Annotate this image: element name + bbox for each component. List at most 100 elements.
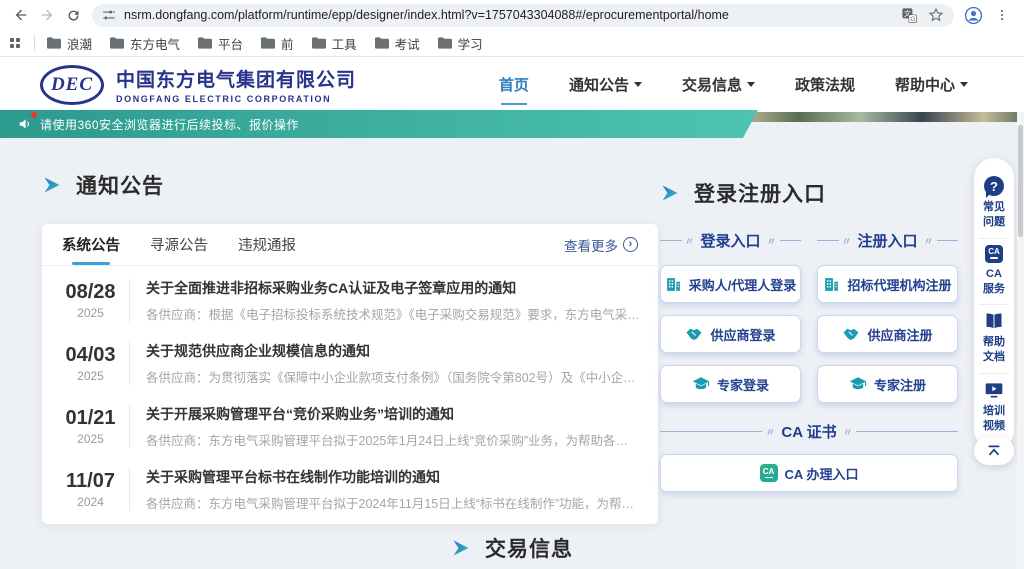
bookmark-label: 平台: [218, 34, 243, 53]
building-icon: [823, 276, 840, 293]
folder-icon: [375, 37, 389, 49]
section-title: 登录注册入口: [694, 178, 826, 208]
nav-item-notices[interactable]: 通知公告: [569, 68, 642, 101]
button-label: 采购人/代理人登录: [689, 275, 797, 294]
section-arrow-icon: [660, 183, 680, 203]
site-header: DEC 中国东方电气集团有限公司 DONGFANG ELECTRIC CORPO…: [0, 57, 1024, 112]
url-bar[interactable]: nsrm.dongfang.com/platform/runtime/epp/d…: [92, 4, 954, 27]
folder-icon: [261, 37, 275, 49]
scrollbar-thumb[interactable]: [1018, 125, 1023, 237]
tool-label: 常见问题: [981, 200, 1007, 230]
speaker-icon: [18, 117, 32, 131]
item-summary: 各供应商：为贯彻落实《保障中小企业款项支付条例》（国务院令第802号）及《中小企…: [146, 367, 640, 386]
bookmarks-bar: 浪潮 东方电气 平台 前 工具 考试 学习: [0, 30, 1024, 57]
translate-icon[interactable]: 文G: [901, 7, 918, 24]
item-summary: 各供应商：根据《电子招标投标系统技术规范》《电子采购交易规范》要求，东方电气采购…: [146, 304, 640, 323]
list-item[interactable]: 04/03 2025 关于规范供应商企业规模信息的通知 各供应商：为贯彻落实《保…: [42, 332, 658, 395]
nav-item-trade-info[interactable]: 交易信息: [682, 68, 755, 101]
graduation-cap-icon: [692, 375, 710, 393]
register-group-header: 〃 注册入口 〃: [817, 230, 958, 251]
ca-card-icon: CA: [985, 245, 1003, 263]
apps-grid-icon[interactable]: [10, 38, 20, 48]
supplier-register-button[interactable]: 供应商注册: [817, 315, 958, 353]
ca-apply-button[interactable]: CA CA 办理入口: [660, 454, 958, 492]
button-label: 招标代理机构注册: [847, 275, 951, 294]
svg-text:G: G: [910, 15, 915, 22]
login-register-section-header: 登录注册入口: [660, 178, 958, 208]
floating-toolbar: ? 常见问题 CA CA服务 帮助文档 培训视频: [974, 158, 1014, 450]
expert-login-button[interactable]: 专家登录: [660, 365, 801, 403]
bookmark-folder[interactable]: 东方电气: [110, 34, 180, 53]
tool-label: 帮助文档: [981, 335, 1007, 365]
expert-register-button[interactable]: 专家注册: [817, 365, 958, 403]
handshake-icon: [842, 325, 860, 343]
caret-down-icon: [960, 82, 968, 87]
chevron-right-circle-icon: ›: [623, 237, 638, 252]
announcement-list: 08/28 2025 关于全面推进非招标采购业务CA认证及电子签章应用的通知 各…: [42, 266, 658, 524]
trade-info-section-header: 交易信息: [451, 533, 573, 563]
supplier-login-button[interactable]: 供应商登录: [660, 315, 801, 353]
ca-card-icon: CA: [760, 464, 778, 482]
site-info-icon[interactable]: [102, 8, 116, 22]
company-name-en: DONGFANG ELECTRIC CORPORATION: [116, 94, 356, 104]
bidding-agency-register-button[interactable]: 招标代理机构注册: [817, 265, 958, 303]
forward-icon[interactable]: [34, 2, 60, 28]
back-to-top-button[interactable]: [974, 437, 1014, 465]
list-item[interactable]: 08/28 2025 关于全面推进非招标采购业务CA认证及电子签章应用的通知 各…: [42, 269, 658, 332]
nav-item-help-center[interactable]: 帮助中心: [895, 68, 968, 101]
profile-avatar-icon[interactable]: [964, 6, 983, 25]
button-label: 专家登录: [717, 375, 769, 394]
announcements-tabs: 系统公告 寻源公告 违规通报 查看更多 ›: [42, 224, 658, 266]
bookmark-folder[interactable]: 学习: [438, 34, 483, 53]
folder-icon: [198, 37, 212, 49]
training-videos-button[interactable]: 培训视频: [979, 373, 1009, 442]
list-item[interactable]: 01/21 2025 关于开展采购管理平台“竞价采购业务”培训的通知 各供应商：…: [42, 395, 658, 458]
url-text[interactable]: nsrm.dongfang.com/platform/runtime/epp/d…: [124, 8, 729, 22]
ca-service-button[interactable]: CA CA服务: [979, 238, 1009, 305]
question-icon: ?: [984, 176, 1004, 196]
button-label: 专家注册: [874, 375, 926, 394]
building-icon: [665, 276, 682, 293]
bookmark-folder[interactable]: 工具: [312, 34, 357, 53]
announcements-card: 系统公告 寻源公告 违规通报 查看更多 › 08/28 2025 关于全面推进非…: [42, 224, 658, 524]
browser-menu-icon[interactable]: [995, 8, 1009, 22]
buyer-agent-login-button[interactable]: 采购人/代理人登录: [660, 265, 801, 303]
tool-label: 培训视频: [981, 404, 1007, 434]
graduation-cap-icon: [849, 375, 867, 393]
button-label: 供应商注册: [867, 325, 932, 344]
list-item[interactable]: 11/07 2024 关于采购管理平台标书在线制作功能培训的通知 各供应商：东方…: [42, 458, 658, 521]
help-docs-button[interactable]: 帮助文档: [979, 304, 1009, 373]
nav-item-home[interactable]: 首页: [499, 68, 529, 101]
section-arrow-icon: [42, 175, 62, 195]
bookmark-folder[interactable]: 考试: [375, 34, 420, 53]
item-date: 01/21 2025: [52, 405, 130, 448]
view-more-link[interactable]: 查看更多 ›: [564, 235, 638, 255]
item-date: 08/28 2025: [52, 279, 130, 322]
bookmark-label: 学习: [458, 34, 483, 53]
ca-group-header: 〃 CA 证书 〃: [660, 421, 958, 442]
item-summary: 各供应商：东方电气采购管理平台拟于2024年11月15日上线“标书在线制作”功能…: [146, 493, 640, 512]
company-logo[interactable]: DEC 中国东方电气集团有限公司 DONGFANG ELECTRIC CORPO…: [40, 65, 356, 105]
nav-item-policies[interactable]: 政策法规: [795, 68, 855, 101]
bookmark-folder[interactable]: 平台: [198, 34, 243, 53]
back-to-top-icon: [986, 443, 1002, 459]
item-date: 11/07 2024: [52, 468, 130, 511]
item-date: 04/03 2025: [52, 342, 130, 385]
bookmark-folder[interactable]: 浪潮: [47, 34, 92, 53]
bookmark-label: 工具: [332, 34, 357, 53]
back-icon[interactable]: [8, 2, 34, 28]
divider: [34, 35, 35, 51]
bookmark-folder[interactable]: 前: [261, 34, 294, 53]
faq-button[interactable]: ? 常见问题: [981, 170, 1007, 238]
tab-sourcing-announcements[interactable]: 寻源公告: [150, 224, 208, 265]
item-summary: 各供应商：东方电气采购管理平台拟于2025年1月24日上线“竞价采购”业务，为帮…: [146, 430, 640, 449]
bookmark-star-icon[interactable]: [928, 7, 944, 23]
page: nsrm.dongfang.com/platform/runtime/epp/d…: [0, 0, 1024, 569]
tab-violation-reports[interactable]: 违规通报: [238, 224, 296, 265]
browser-toolbar: nsrm.dongfang.com/platform/runtime/epp/d…: [0, 0, 1024, 30]
tool-label: CA服务: [981, 267, 1007, 297]
caret-down-icon: [634, 82, 642, 87]
tab-system-announcements[interactable]: 系统公告: [62, 224, 120, 265]
refresh-icon[interactable]: [60, 2, 86, 28]
announcements-section-header: 通知公告: [42, 170, 658, 200]
